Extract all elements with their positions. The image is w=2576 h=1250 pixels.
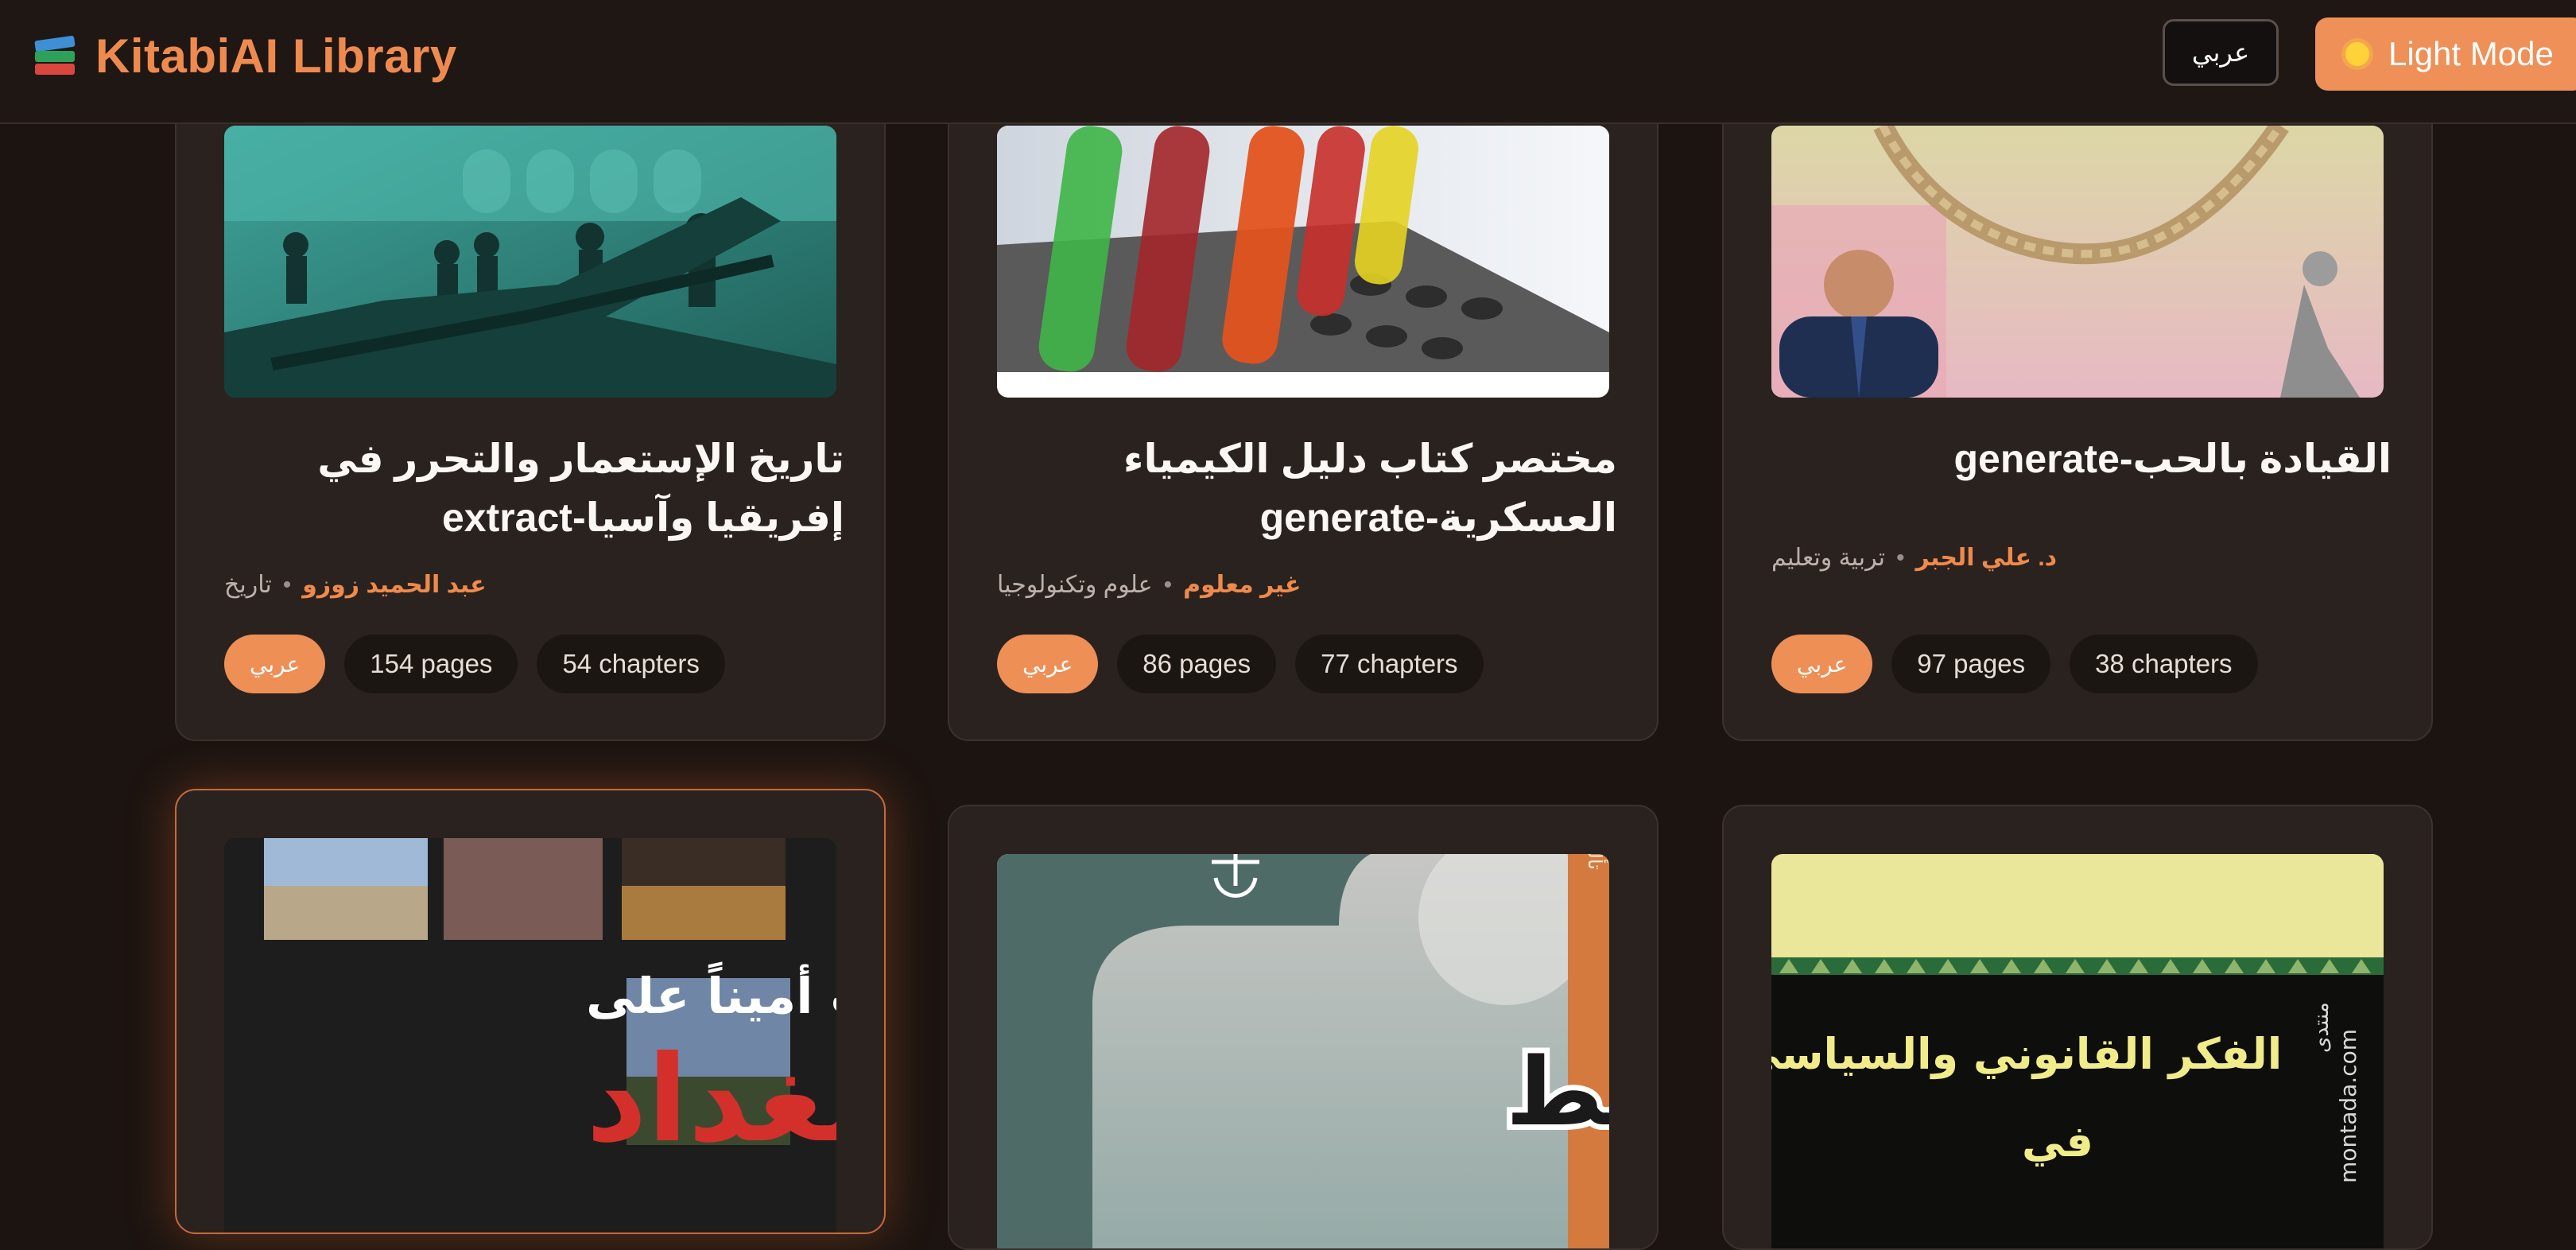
cover-text: تأليف دكتور/ابراهيم قسم السيد العبيد [1584, 854, 1608, 870]
book-title[interactable]: مختصر كتاب دليل الكيمياء العسكرية-genera… [997, 429, 1617, 547]
sun-icon [2345, 42, 2369, 66]
book-meta: عبد الحميد زوزو•تاريخ [224, 572, 487, 598]
language-badge: عربي [224, 635, 326, 693]
book-category: تاريخ [224, 572, 272, 598]
book-cover: كنت أميناً على بغداد [224, 838, 836, 1233]
top-bar: KitabiAI Library عربي Light Mode [0, 0, 2576, 124]
language-badge: عربي [1771, 635, 1873, 693]
book-title[interactable]: تاريخ الإستعمار والتحرر في إفريقيا وآسيا… [224, 429, 844, 547]
book-author[interactable]: عبد الحميد زوزو [302, 572, 486, 598]
book-category: تربية وتعليم [1771, 545, 1885, 571]
book-card[interactable]: القيادة بالحب-generate د. علي الجبر•تربي… [1722, 80, 2433, 741]
book-card[interactable]: تأليف دكتور/ابراهيم قسم السيد العبيد قان… [948, 805, 1658, 1250]
light-mode-button[interactable]: Light Mode [2315, 17, 2576, 91]
cover-title-text: قانون النفط [1506, 1037, 1609, 1147]
chapters-badge: 54 chapters [537, 635, 725, 693]
book-cover [997, 126, 1609, 398]
light-mode-label: Light Mode [2388, 35, 2554, 72]
book-cover [1771, 126, 2384, 398]
book-card[interactable]: تاريخ الإستعمار والتحرر في إفريقيا وآسيا… [175, 80, 886, 741]
pages-badge: 97 pages [1891, 635, 2051, 693]
book-author[interactable]: د. علي الجبر [1916, 545, 2058, 571]
book-cover: تأليف دكتور/ابراهيم قسم السيد العبيد قان… [997, 854, 1609, 1248]
book-meta: د. علي الجبر•تربية وتعليم [1771, 545, 2058, 571]
book-cover: الفكر القانوني والسياسي في montada.com م… [1771, 854, 2384, 1248]
book-card[interactable]: الفكر القانوني والسياسي في montada.com م… [1722, 805, 2433, 1250]
book-stats: عربي 154 pages 54 chapters [224, 635, 725, 693]
cover-text: منتدى [2310, 1002, 2334, 1053]
book-stats: عربي 97 pages 38 chapters [1771, 635, 2258, 693]
books-icon [32, 33, 78, 80]
book-card[interactable]: مختصر كتاب دليل الكيمياء العسكرية-genera… [948, 80, 1658, 741]
cover-text: montada.com [2335, 1029, 2361, 1183]
book-meta: غير معلوم•علوم وتكنولوجيا [997, 572, 1302, 598]
cover-text: كنت أميناً على [586, 961, 836, 1025]
book-stats: عربي 86 pages 77 chapters [997, 635, 1484, 693]
pages-badge: 154 pages [344, 635, 518, 693]
language-badge: عربي [997, 635, 1099, 693]
cover-text: الفكر القانوني والسياسي [1771, 1029, 2282, 1079]
brand[interactable]: KitabiAI Library [32, 29, 457, 83]
chapters-badge: 77 chapters [1295, 635, 1484, 693]
chapters-badge: 38 chapters [2070, 635, 2258, 693]
cover-text: بغداد [586, 1031, 836, 1169]
book-author[interactable]: غير معلوم [1183, 572, 1301, 598]
language-toggle-button[interactable]: عربي [2163, 19, 2279, 86]
book-title[interactable]: القيادة بالحب-generate [1771, 429, 2392, 488]
book-cover [224, 126, 836, 398]
cover-text: في [2022, 1116, 2093, 1167]
pages-badge: 86 pages [1117, 635, 1277, 693]
book-card[interactable]: كنت أميناً على بغداد [175, 789, 886, 1234]
book-category: علوم وتكنولوجيا [997, 572, 1153, 598]
brand-title: KitabiAI Library [95, 29, 457, 83]
